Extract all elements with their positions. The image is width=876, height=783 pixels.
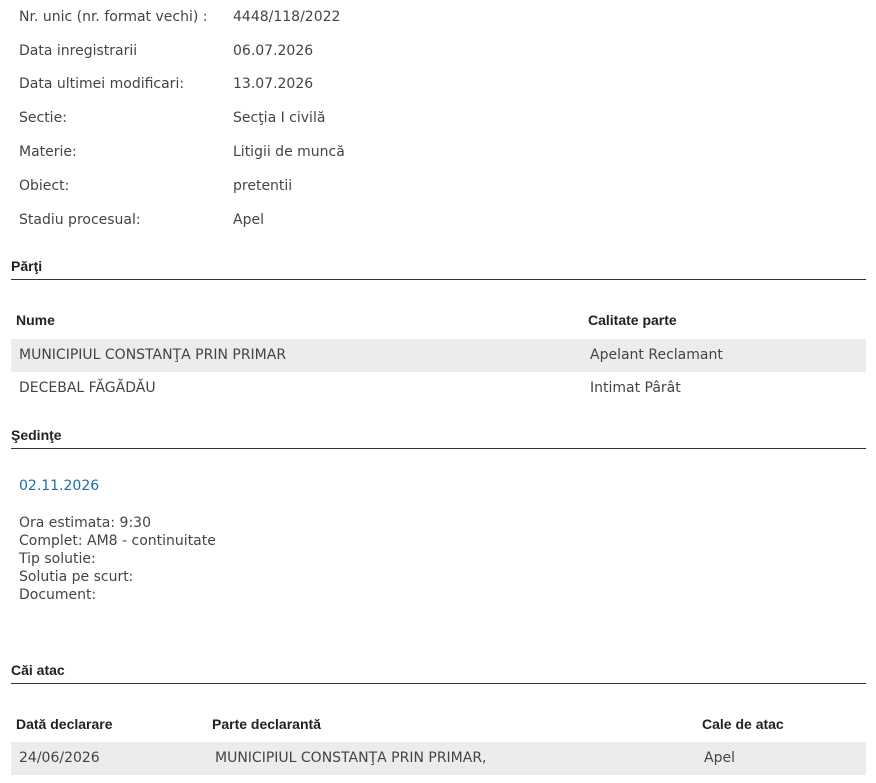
- party-role: Apelant Reclamant: [590, 347, 723, 363]
- case-info-row-stage: Stadiu procesual: Apel: [19, 203, 859, 237]
- cai-atac-table-header: Dată declarare Parte declarantă Cale de …: [11, 709, 866, 739]
- section-title-parti: Părţi: [11, 258, 866, 280]
- case-info-value: Litigii de muncă: [233, 144, 345, 161]
- case-info-table: Nr. unic (nr. format vechi) : 4448/118/2…: [19, 0, 859, 237]
- case-info-row-registration-date: Data inregistrarii 06.07.2026: [19, 34, 859, 68]
- session-document: Document:: [19, 587, 97, 603]
- section-title-cai-atac: Căi atac: [11, 662, 866, 684]
- parti-table-header: Nume Calitate parte: [11, 305, 866, 335]
- party-name: MUNICIPIUL CONSTANŢA PRIN PRIMAR: [19, 347, 287, 363]
- section-title-sedinte: Şedinţe: [11, 427, 866, 449]
- case-info-label: Data ultimei modificari:: [19, 76, 185, 93]
- case-info-value: 4448/118/2022: [233, 8, 341, 25]
- party-role: Intimat Pârât: [590, 380, 681, 396]
- table-row: DECEBAL FĂGĂDĂU Intimat Pârât: [11, 372, 866, 405]
- session-date-link[interactable]: 02.11.2026: [19, 478, 99, 494]
- session-solution-summary: Solutia pe scurt:: [19, 569, 134, 585]
- party-name: DECEBAL FĂGĂDĂU: [19, 380, 156, 396]
- case-info-value: Secţia I civilă: [233, 110, 326, 127]
- case-info-row-section: Sectie: Secţia I civilă: [19, 101, 859, 135]
- session-solution-type: Tip solutie:: [19, 551, 96, 567]
- appeal-date: 24/06/2026: [19, 750, 100, 766]
- column-header-parte-declaranta: Parte declarantă: [212, 716, 321, 732]
- case-info-label: Obiect:: [19, 177, 70, 194]
- table-row: MUNICIPIUL CONSTANŢA PRIN PRIMAR Apelant…: [11, 339, 866, 372]
- column-header-cale-de-atac: Cale de atac: [702, 716, 784, 732]
- case-info-value: Apel: [233, 211, 264, 228]
- case-info-label: Stadiu procesual:: [19, 211, 141, 228]
- case-info-label: Nr. unic (nr. format vechi) :: [19, 8, 208, 25]
- column-header-data-declarare: Dată declarare: [16, 716, 113, 732]
- table-row: 24/06/2026 MUNICIPIUL CONSTANŢA PRIN PRI…: [11, 742, 866, 775]
- column-header-calitate: Calitate parte: [588, 312, 677, 328]
- column-header-nume: Nume: [16, 312, 55, 328]
- case-info-value: pretentii: [233, 177, 293, 194]
- case-info-label: Materie:: [19, 144, 77, 161]
- session-estimated-time: Ora estimata: 9:30: [19, 515, 151, 531]
- session-panel: Complet: AM8 - continuitate: [19, 533, 216, 549]
- case-info-row-last-modified: Data ultimei modificari: 13.07.2026: [19, 68, 859, 102]
- session-details: Ora estimata: 9:30 Complet: AM8 - contin…: [19, 514, 216, 604]
- case-info-row-matter: Materie: Litigii de muncă: [19, 135, 859, 169]
- case-info-label: Sectie:: [19, 110, 67, 127]
- case-info-value: 06.07.2026: [233, 42, 314, 59]
- appeal-type: Apel: [704, 750, 735, 766]
- case-info-label: Data inregistrarii: [19, 42, 138, 59]
- case-info-row-number: Nr. unic (nr. format vechi) : 4448/118/2…: [19, 0, 859, 34]
- case-info-value: 13.07.2026: [233, 76, 314, 93]
- case-info-row-object: Obiect: pretentii: [19, 169, 859, 203]
- appeal-party: MUNICIPIUL CONSTANŢA PRIN PRIMAR,: [215, 750, 487, 766]
